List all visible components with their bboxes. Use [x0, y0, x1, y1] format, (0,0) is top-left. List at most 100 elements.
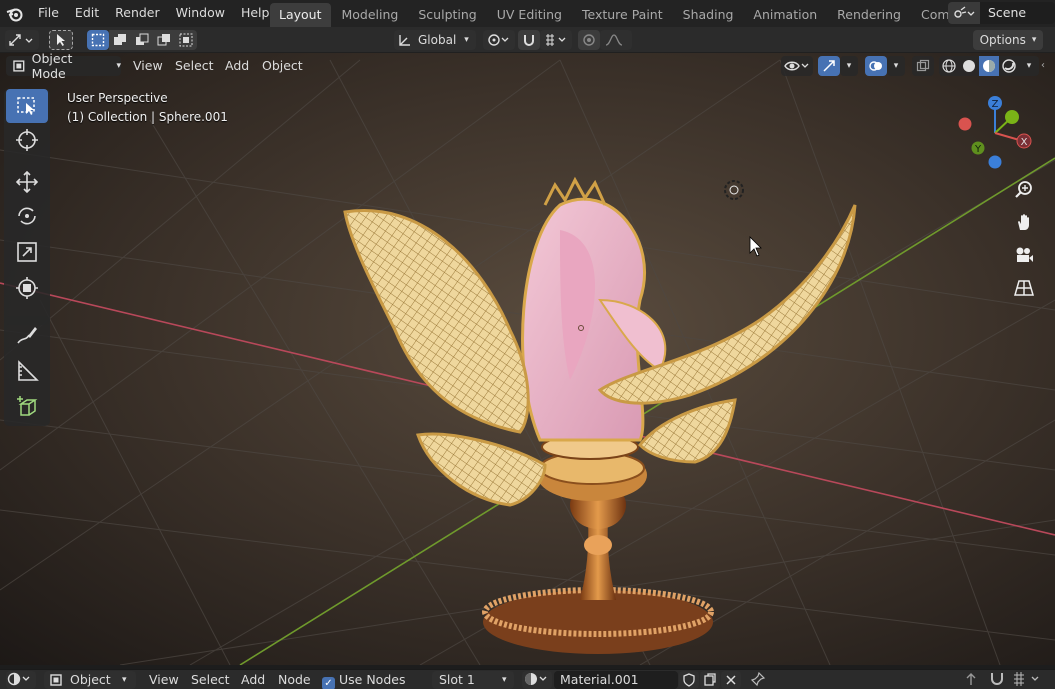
- material-name-field[interactable]: Material.001: [554, 671, 678, 689]
- unlink-material-button[interactable]: [721, 671, 741, 689]
- viewport-menu-add[interactable]: Add: [225, 56, 249, 76]
- select-intersect-icon: [179, 33, 193, 47]
- tool-transform[interactable]: [6, 271, 48, 305]
- editor-type-dropdown[interactable]: [6, 671, 36, 689]
- slot-label: Slot 1: [439, 672, 475, 687]
- tool-annotate[interactable]: [6, 318, 48, 352]
- node-menu-add[interactable]: Add: [241, 671, 265, 689]
- tool-move[interactable]: [6, 165, 48, 199]
- menu-edit[interactable]: Edit: [67, 0, 107, 27]
- select-mode-subtract-button[interactable]: [131, 30, 153, 50]
- tab-animation[interactable]: Animation: [744, 3, 826, 27]
- node-snap-button[interactable]: [988, 671, 1006, 689]
- viewport-perspective-label: User Perspective: [67, 91, 168, 105]
- gizmo-y-axis[interactable]: [1005, 110, 1019, 124]
- gizmo-neg-z-axis[interactable]: [988, 155, 1002, 169]
- tab-sculpting[interactable]: Sculpting: [409, 3, 485, 27]
- menu-window[interactable]: Window: [168, 0, 233, 27]
- tool-add-cube[interactable]: [6, 390, 48, 424]
- pan-button[interactable]: [1009, 207, 1039, 237]
- chevron-down-icon: ▾: [893, 61, 899, 71]
- snap-target-button[interactable]: [540, 30, 572, 50]
- wireframe-sphere-icon: [942, 59, 956, 73]
- tool-measure[interactable]: [6, 354, 48, 388]
- scene-selector[interactable]: Scene: [948, 2, 1055, 24]
- use-nodes-checkbox[interactable]: ✓ Use Nodes: [322, 671, 405, 689]
- 3d-viewport[interactable]: User Perspective (1) Collection | Sphere…: [0, 53, 1055, 665]
- options-dropdown[interactable]: Options ▾: [973, 30, 1043, 50]
- proportional-edit-button[interactable]: [578, 30, 600, 50]
- select-mode-invert-button[interactable]: [153, 30, 175, 50]
- tab-texture-paint[interactable]: Texture Paint: [573, 3, 672, 27]
- scene-name-field[interactable]: Scene: [980, 2, 1055, 24]
- pin-button[interactable]: [750, 671, 766, 689]
- tool-select-box[interactable]: [6, 89, 48, 123]
- tab-modeling[interactable]: Modeling: [333, 3, 408, 27]
- parent-node-button[interactable]: [963, 671, 979, 689]
- shading-wireframe-button[interactable]: [939, 56, 959, 76]
- tool-cursor[interactable]: [6, 123, 48, 157]
- scene-icon[interactable]: [948, 2, 980, 24]
- fake-user-button[interactable]: [679, 671, 699, 689]
- select-mode-intersect-button[interactable]: [175, 30, 197, 50]
- transform-orientation-select[interactable]: Global ▾: [394, 30, 476, 50]
- falloff-button[interactable]: [600, 30, 632, 50]
- xray-toggle-button[interactable]: [912, 56, 934, 76]
- node-snap-target-button[interactable]: [1012, 671, 1048, 689]
- duplicate-icon: [704, 673, 716, 686]
- pivot-point-button[interactable]: [483, 30, 515, 50]
- snap-grid-icon: [546, 34, 566, 46]
- browse-material-button[interactable]: [522, 671, 552, 689]
- tool-rotate[interactable]: [6, 199, 48, 233]
- gizmo-dropdown[interactable]: ▾: [840, 56, 858, 76]
- chevron-down-icon: ▾: [464, 35, 469, 45]
- shading-material-button[interactable]: [979, 56, 999, 76]
- node-menu-view[interactable]: View: [149, 671, 179, 689]
- overlays-dropdown[interactable]: ▾: [887, 56, 905, 76]
- select-box-icon: [17, 97, 35, 115]
- shading-dropdown[interactable]: ▾: [1019, 56, 1039, 76]
- tab-shading[interactable]: Shading: [674, 3, 743, 27]
- add-cube-icon: [17, 396, 38, 416]
- select-tool-button[interactable]: [49, 30, 73, 50]
- viewport-menu-view[interactable]: View: [133, 56, 163, 76]
- node-menu-select[interactable]: Select: [191, 671, 230, 689]
- falloff-curve-icon: [605, 34, 623, 46]
- orthographic-toggle-button[interactable]: [1009, 273, 1039, 303]
- overlays-toggle-button[interactable]: [865, 56, 887, 76]
- shader-type-select[interactable]: Object ▾: [44, 671, 136, 689]
- rotate-icon: [18, 207, 36, 225]
- gizmo-y-label: Y: [974, 144, 982, 155]
- viewport-menu-select[interactable]: Select: [175, 56, 214, 76]
- tab-layout[interactable]: Layout: [270, 3, 331, 27]
- tab-uv-editing[interactable]: UV Editing: [488, 3, 571, 27]
- shading-rendered-button[interactable]: [999, 56, 1019, 76]
- rendered-sphere-icon: [1002, 59, 1016, 73]
- blender-logo-icon[interactable]: [0, 0, 30, 27]
- viewport-menu-object[interactable]: Object: [262, 56, 303, 76]
- object-icon: [50, 674, 62, 686]
- tool-scale[interactable]: [6, 235, 48, 269]
- visibility-dropdown[interactable]: [781, 56, 813, 76]
- shading-solid-button[interactable]: [959, 56, 979, 76]
- menu-file[interactable]: File: [30, 0, 67, 27]
- menu-render[interactable]: Render: [107, 0, 168, 27]
- node-menu-node[interactable]: Node: [278, 671, 311, 689]
- camera-view-button[interactable]: [1009, 240, 1039, 270]
- object-mode-select[interactable]: Object Mode ▾: [6, 51, 121, 81]
- gizmo-neg-x-axis[interactable]: [958, 117, 972, 131]
- navigation-gizmo[interactable]: Z Y X: [950, 93, 1040, 173]
- material-slot-select[interactable]: Slot 1 ▾: [432, 671, 514, 689]
- object-mode-label: Object Mode: [31, 51, 73, 81]
- select-mode-new-button[interactable]: [87, 30, 109, 50]
- select-mode-extend-button[interactable]: [109, 30, 131, 50]
- gizmo-toggle-button[interactable]: [818, 56, 840, 76]
- shader-editor-icon: [7, 672, 30, 686]
- zoom-button[interactable]: [1009, 175, 1039, 205]
- duplicate-material-button[interactable]: [700, 671, 720, 689]
- snap-toggle-button[interactable]: [518, 30, 540, 50]
- editor-type-button[interactable]: [5, 30, 39, 50]
- tab-rendering[interactable]: Rendering: [828, 3, 910, 27]
- sidebar-toggle-icon[interactable]: ‹: [1041, 60, 1045, 71]
- gizmo-icon: [823, 60, 835, 72]
